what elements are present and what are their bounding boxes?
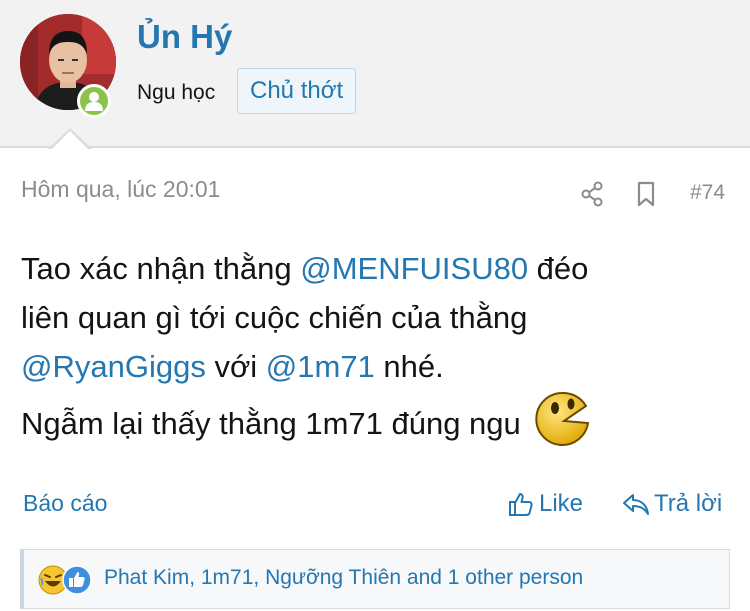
like-label: Like xyxy=(539,490,584,517)
message-text: đéo xyxy=(528,251,589,286)
username[interactable]: Ủn Hý xyxy=(137,18,232,56)
user-title: Ngu học xyxy=(137,81,216,104)
thumbs-up-icon xyxy=(509,493,533,516)
thread-starter-badge: Chủ thớt xyxy=(237,68,357,114)
like-button[interactable]: Like xyxy=(508,488,583,520)
like-reaction-icon xyxy=(62,565,92,595)
message-text: Tao xác nhận thằng xyxy=(21,251,301,286)
reply-button[interactable]: Trả lời xyxy=(622,488,722,520)
mention-link[interactable]: @1m71 xyxy=(266,349,375,384)
message-line: liên quan gì tới cuộc chiến của thằng xyxy=(21,293,741,342)
message-text: Ngẫm lại thấy thằng 1m71 đúng ngu xyxy=(21,406,521,441)
post-number[interactable]: #74 xyxy=(690,181,725,205)
message-text: liên quan gì tới cuộc chiến của thằng xyxy=(21,300,528,335)
mention-link[interactable]: @MENFUISU80 xyxy=(300,251,528,286)
reactions-bar[interactable]: Phat Kim, 1m71, Ngưỡng Thiên and 1 other… xyxy=(20,549,730,609)
reactions-list[interactable]: Phat Kim, 1m71, Ngưỡng Thiên and 1 other… xyxy=(104,566,583,590)
message-arrow-inner xyxy=(51,131,89,150)
post-date[interactable]: Hôm qua, lúc 20:01 xyxy=(21,176,220,203)
message-text: nhé. xyxy=(374,349,444,384)
share-icon[interactable] xyxy=(580,181,604,207)
message-line: @RyanGiggs với @1m71 nhé. xyxy=(21,342,741,391)
message-text: với xyxy=(205,349,266,384)
report-link[interactable]: Báo cáo xyxy=(23,490,107,517)
reply-icon xyxy=(623,494,649,515)
mention-link[interactable]: @RyanGiggs xyxy=(21,349,206,384)
message-line: Tao xác nhận thằng @MENFUISU80 đéo xyxy=(21,244,741,293)
bookmark-icon[interactable] xyxy=(635,181,657,207)
reaction-icons xyxy=(38,565,94,595)
message-line: Ngẫm lại thấy thằng 1m71 đúng ngu xyxy=(21,391,741,450)
reply-label: Trả lời xyxy=(654,490,723,517)
online-status-icon xyxy=(77,84,111,118)
pacman-smilie-icon xyxy=(531,388,593,450)
post-message: Tao xác nhận thằng @MENFUISU80 đéo liên … xyxy=(21,244,741,450)
